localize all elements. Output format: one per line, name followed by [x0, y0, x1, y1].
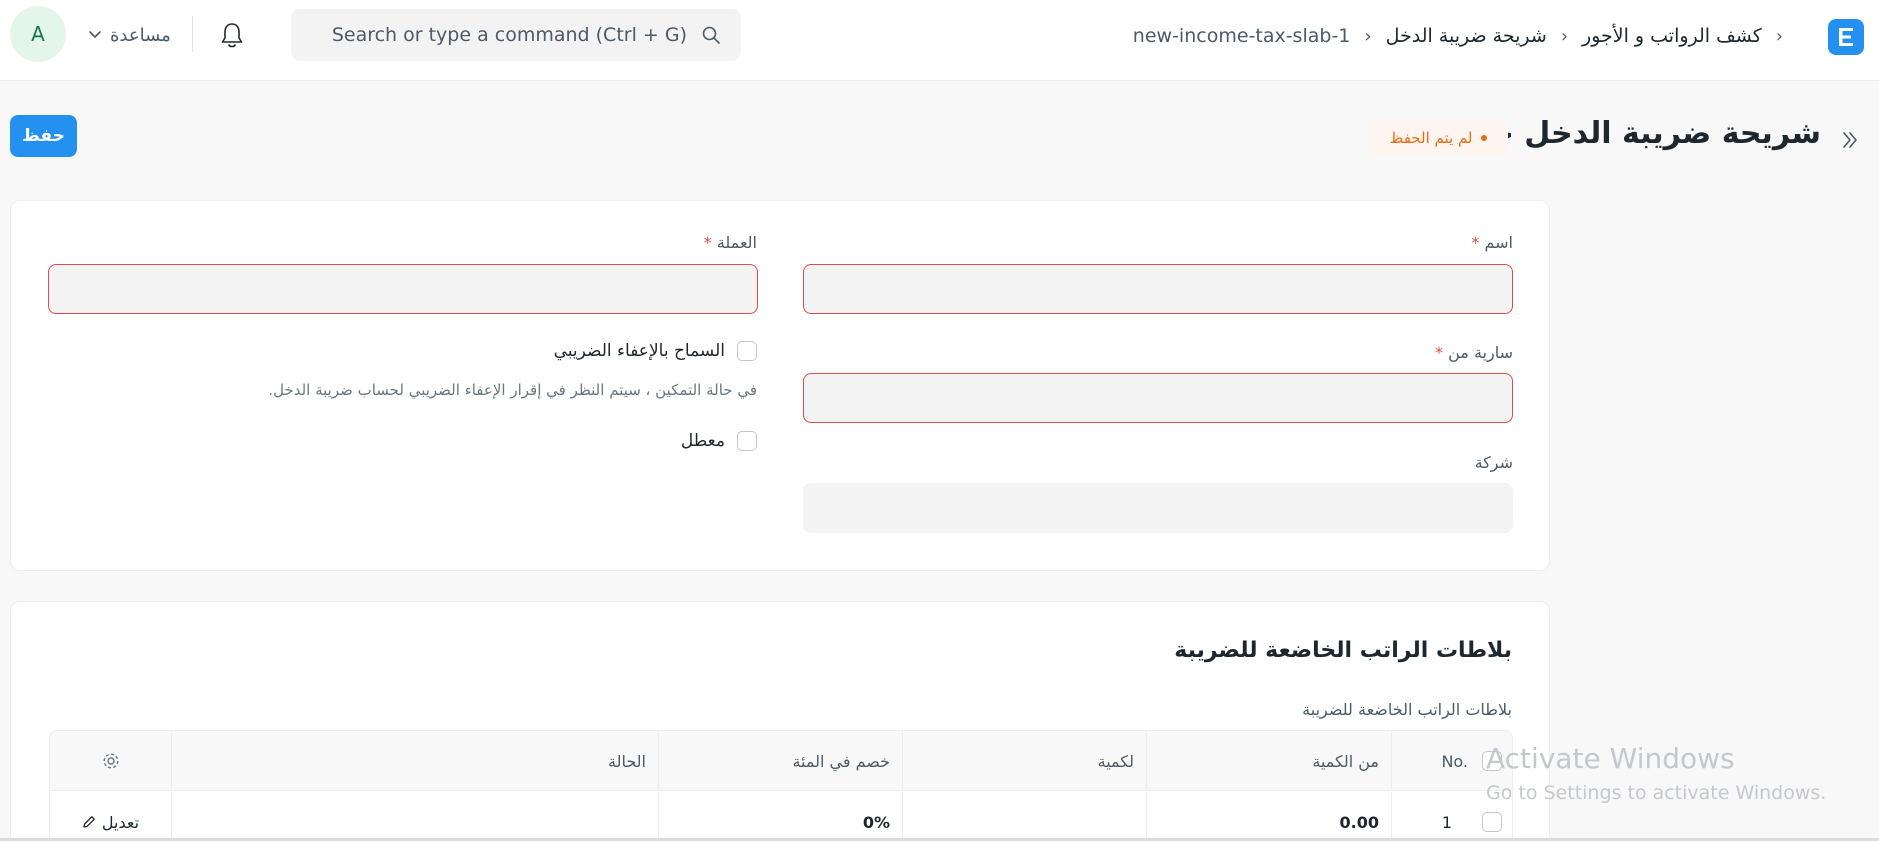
- help-dropdown[interactable]: مساعدة: [88, 20, 171, 50]
- help-label: مساعدة: [110, 24, 171, 46]
- avatar[interactable]: A: [10, 6, 66, 62]
- column-from-amount: من الكمية: [1146, 731, 1391, 791]
- navbar-divider: [192, 16, 193, 52]
- chevron-right-icon: ›: [1560, 25, 1569, 47]
- chevron-right-icon: ›: [1775, 25, 1783, 47]
- breadcrumb-item-current: new-income-tax-slab-1: [1132, 25, 1351, 47]
- name-label: اسم *: [1471, 233, 1513, 252]
- save-button[interactable]: حفظ: [10, 115, 77, 157]
- gear-icon[interactable]: [101, 751, 121, 771]
- cell-condition[interactable]: [171, 792, 658, 841]
- search-icon: [702, 26, 720, 44]
- pencil-icon: [83, 816, 95, 828]
- breadcrumb-item-income-tax-slab[interactable]: شريحة ضريبة الدخل: [1386, 25, 1547, 47]
- allow-exemption-help: في حالة التمكين ، سيتم النظر في إقرار ال…: [268, 381, 757, 399]
- row-select-checkbox[interactable]: [1482, 812, 1502, 832]
- slabs-table: الحالة خصم في المئة لكمية من الكمية No. …: [49, 730, 1513, 841]
- currency-label: العملة *: [703, 233, 757, 252]
- breadcrumb: › كشف الرواتب و الأجور › شريحة ضريبة الد…: [1133, 22, 1783, 50]
- slabs-table-label: بلاطات الراتب الخاضعة للضريبة: [1302, 700, 1512, 719]
- company-label: شركة: [1474, 453, 1513, 472]
- table-row[interactable]: تعديل 0% 0.00 1: [50, 792, 1512, 841]
- navbar: › كشف الرواتب و الأجور › شريحة ضريبة الد…: [0, 0, 1879, 81]
- edit-row-cell: تعديل: [50, 792, 171, 841]
- disabled-row[interactable]: معطل: [681, 431, 757, 451]
- column-to-amount: لكمية: [902, 731, 1146, 791]
- name-input[interactable]: [803, 264, 1513, 314]
- column-condition: الحالة: [171, 731, 658, 791]
- sidebar-toggle-icon[interactable]: [1838, 128, 1862, 152]
- activate-windows-subtitle: Go to Settings to activate Windows.: [1486, 782, 1827, 804]
- allow-exemption-row[interactable]: السماح بالإعفاء الضريبي: [554, 341, 757, 361]
- search-input[interactable]: Search or type a command (Ctrl + G): [291, 9, 741, 61]
- effective-from-input[interactable]: [803, 373, 1513, 423]
- column-settings-cell: [50, 731, 171, 791]
- activate-windows-title: Activate Windows: [1486, 742, 1735, 775]
- allow-exemption-label: السماح بالإعفاء الضريبي: [553, 341, 725, 361]
- company-input[interactable]: [803, 483, 1513, 533]
- slabs-section-title: بلاطات الراتب الخاضعة للضريبة: [1174, 638, 1512, 663]
- search-placeholder: Search or type a command (Ctrl + G): [331, 24, 687, 46]
- breadcrumb-item-payroll[interactable]: كشف الرواتب و الأجور: [1582, 25, 1762, 47]
- form-card: اسم * العملة * سارية من * شركة السماح با…: [10, 200, 1550, 571]
- status-dot-icon: [1480, 135, 1487, 141]
- disabled-label: معطل: [680, 431, 725, 451]
- cell-to-amount[interactable]: [902, 792, 1146, 841]
- erpnext-logo-icon: [1839, 28, 1853, 46]
- allow-exemption-checkbox[interactable]: [737, 341, 757, 361]
- status-badge: لم يتم الحفظ: [1368, 120, 1508, 156]
- effective-from-label: سارية من *: [1435, 343, 1513, 362]
- chevron-right-icon: ›: [1364, 25, 1372, 47]
- slabs-card: بلاطات الراتب الخاضعة للضريبة بلاطات الر…: [10, 601, 1550, 841]
- chevron-down-icon: [89, 31, 101, 39]
- status-label: لم يتم الحفظ: [1389, 129, 1473, 147]
- notification-bell-icon[interactable]: [218, 20, 246, 50]
- cell-from-amount[interactable]: 0.00: [1146, 792, 1391, 841]
- edit-row-button[interactable]: تعديل: [82, 813, 139, 832]
- currency-input[interactable]: [48, 264, 758, 314]
- app-logo[interactable]: [1828, 19, 1864, 55]
- column-percent-deduction: خصم في المئة: [658, 731, 902, 791]
- cell-percent-deduction[interactable]: 0%: [658, 792, 902, 841]
- table-header-row: الحالة خصم في المئة لكمية من الكمية No.: [50, 731, 1512, 791]
- disabled-checkbox[interactable]: [737, 431, 757, 451]
